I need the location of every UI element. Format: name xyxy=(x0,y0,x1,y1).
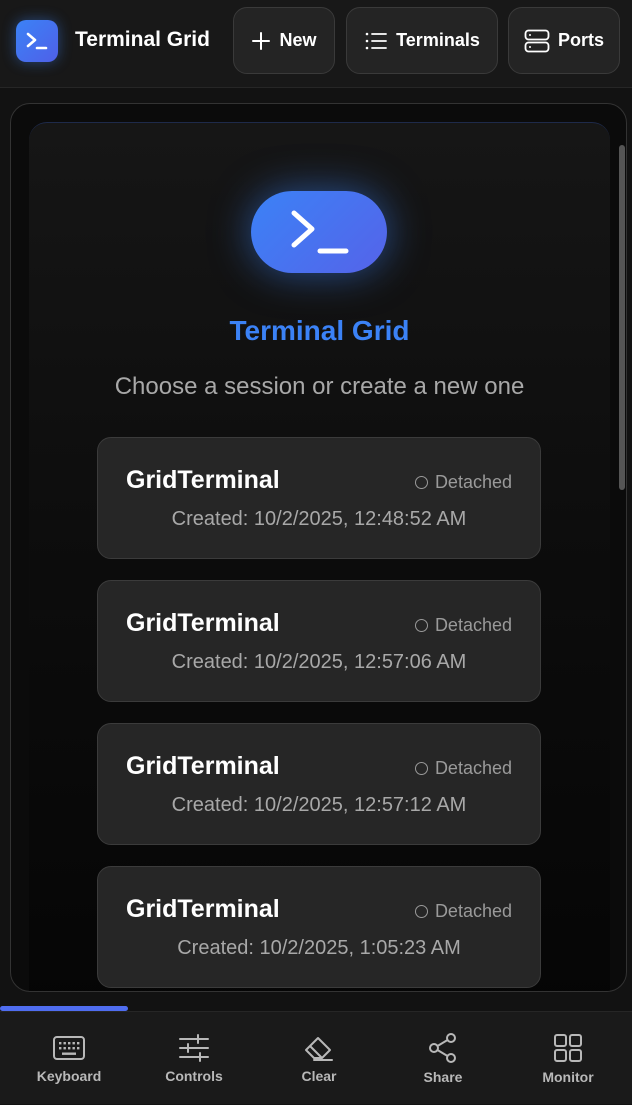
session-created: Created: 10/2/2025, 12:57:06 AM xyxy=(171,651,467,673)
tab-controls-label: Controls xyxy=(165,1067,223,1084)
status-label: Detached xyxy=(434,472,512,492)
status-label: Detached xyxy=(434,615,512,635)
status-dot-icon xyxy=(414,476,428,489)
session-card[interactable]: GridTerminal Detached Created: 10/2/2025… xyxy=(97,437,541,559)
ports-button[interactable]: Ports xyxy=(508,7,620,74)
list-icon xyxy=(365,32,388,49)
tab-keyboard[interactable]: Keyboard xyxy=(6,1012,132,1105)
session-card[interactable]: GridTerminal Detached Created: 10/2/2025… xyxy=(97,580,541,702)
status-dot-icon xyxy=(414,905,428,918)
tab-share-label: Share xyxy=(423,1068,463,1085)
scrollbar-thumb[interactable] xyxy=(619,145,625,490)
top-header: Terminal Grid New Terminals Ports xyxy=(0,0,632,88)
eraser-icon xyxy=(305,1036,333,1061)
terminal-hero-icon xyxy=(251,191,387,273)
welcome-title: Terminal Grid xyxy=(229,315,410,346)
new-session-button[interactable]: New xyxy=(233,7,335,74)
keyboard-icon xyxy=(53,1035,85,1060)
tab-clear-label: Clear xyxy=(301,1067,337,1084)
session-created: Created: 10/2/2025, 1:05:23 AM xyxy=(177,937,461,959)
bottom-toolbar: Keyboard Controls Clear Share Monitor xyxy=(0,1011,632,1104)
plus-icon xyxy=(252,31,271,50)
status-dot-icon xyxy=(414,619,428,632)
welcome-subtitle: Choose a session or create a new one xyxy=(114,373,525,400)
ports-button-label: Ports xyxy=(557,30,604,50)
session-created: Created: 10/2/2025, 12:48:52 AM xyxy=(171,508,467,530)
session-scroll-area[interactable]: Terminal Grid Choose a session or create… xyxy=(29,122,625,991)
session-card[interactable]: GridTerminal Detached Created: 10/2/2025… xyxy=(97,723,541,845)
status-dot-icon xyxy=(414,762,428,775)
session-name: GridTerminal xyxy=(126,466,280,494)
session-name: GridTerminal xyxy=(126,752,280,780)
share-icon xyxy=(429,1032,456,1063)
status-label: Detached xyxy=(434,901,512,921)
tab-keyboard-label: Keyboard xyxy=(36,1067,102,1084)
session-name: GridTerminal xyxy=(126,895,280,923)
session-created: Created: 10/2/2025, 12:57:12 AM xyxy=(171,794,467,816)
tab-share[interactable]: Share xyxy=(380,1012,506,1105)
terminals-button-label: Terminals xyxy=(396,30,480,50)
tab-monitor-label: Monitor xyxy=(542,1068,594,1085)
terminals-button[interactable]: Terminals xyxy=(346,7,498,74)
status-badge: Detached xyxy=(414,901,512,922)
app-title: Terminal Grid xyxy=(75,28,210,51)
status-badge: Detached xyxy=(414,615,512,636)
new-button-label: New xyxy=(279,30,317,50)
status-label: Detached xyxy=(434,758,512,778)
status-badge: Detached xyxy=(414,758,512,779)
sliders-icon xyxy=(179,1033,209,1062)
tab-clear[interactable]: Clear xyxy=(256,1012,382,1105)
session-panel: Terminal Grid Choose a session or create… xyxy=(10,103,627,992)
session-name: GridTerminal xyxy=(126,609,280,637)
tab-monitor[interactable]: Monitor xyxy=(505,1012,631,1105)
tab-controls[interactable]: Controls xyxy=(131,1012,257,1105)
grid-icon xyxy=(554,1033,582,1062)
status-badge: Detached xyxy=(414,472,512,493)
server-icon xyxy=(524,29,550,52)
session-card[interactable]: GridTerminal Detached Created: 10/2/2025… xyxy=(97,866,541,988)
terminal-logo-icon xyxy=(16,20,58,62)
